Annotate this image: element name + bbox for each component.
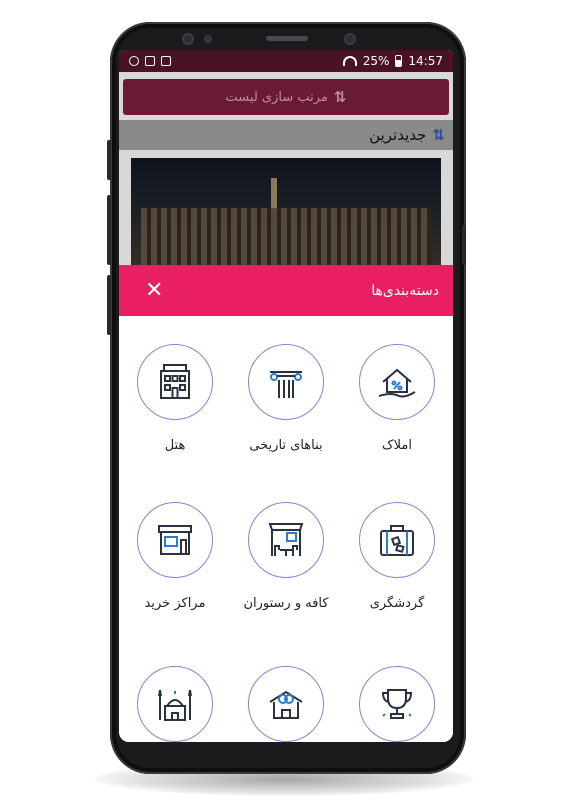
battery-icon: [395, 55, 403, 67]
category-circle: [248, 344, 324, 420]
category-item[interactable]: [125, 666, 225, 742]
category-historic-buildings[interactable]: بناهای تاریخی: [236, 344, 336, 453]
category-circle: [137, 344, 213, 420]
shop-icon: [158, 525, 192, 555]
hotel-icon: [160, 364, 190, 399]
phone-side-button: [107, 275, 111, 335]
close-icon[interactable]: ✕: [145, 279, 163, 302]
house-icon: [378, 368, 416, 398]
category-label: هتل: [164, 438, 186, 453]
category-label: مراکز خرید: [144, 596, 206, 611]
category-label: املاک: [382, 438, 412, 453]
categories-sheet-header: ✕ دسته‌بندی‌ها: [119, 265, 453, 316]
sort-heading[interactable]: جدیدترین ⇅: [119, 120, 453, 150]
status-bar: 25% 14:57: [119, 50, 453, 72]
category-item[interactable]: [236, 666, 336, 742]
category-circle: [359, 344, 435, 420]
hero-image-detail: [271, 178, 277, 210]
category-real-estate[interactable]: املاک: [347, 344, 447, 453]
category-cafe-restaurant[interactable]: کافه و رستوران: [236, 502, 336, 611]
category-hotel[interactable]: هتل: [125, 344, 225, 453]
hero-image-detail: [141, 208, 431, 268]
category-label: بناهای تاریخی: [249, 438, 323, 453]
rings-icon: [269, 690, 303, 719]
phone-side-button: [107, 140, 111, 180]
phone-sensor: [344, 33, 356, 45]
category-shopping-centers[interactable]: مراکز خرید: [125, 502, 225, 611]
mosque-icon: [158, 689, 192, 721]
sort-list-label: مرتب سازی لیست: [225, 89, 328, 105]
category-item[interactable]: [347, 666, 447, 742]
category-tourism[interactable]: گردشگری: [347, 502, 447, 611]
notification-icon: [145, 56, 155, 66]
phone-side-button: [107, 195, 111, 265]
suitcase-icon: [380, 525, 414, 556]
phone-side-button: [462, 225, 466, 265]
categories-grid: املاک بناهای تاریخی هتل گردشگری کافه و ر…: [119, 316, 453, 742]
status-notifications: [129, 56, 171, 66]
battery-percent: 25%: [362, 54, 390, 68]
listing-image[interactable]: [131, 158, 441, 278]
wifi-icon: [342, 56, 357, 66]
sheet-title: دسته‌بندی‌ها: [371, 282, 439, 299]
category-circle: [248, 502, 324, 578]
status-system: 25% 14:57: [342, 54, 443, 68]
sort-icon: ⇅: [333, 88, 347, 106]
category-circle: [248, 666, 324, 742]
account-icon: [129, 56, 139, 66]
sort-heading-label: جدیدترین: [369, 126, 427, 144]
category-circle: [359, 666, 435, 742]
cafe-icon: [268, 523, 304, 556]
front-camera: [182, 33, 194, 45]
phone-speaker: [266, 36, 308, 41]
sort-list-button[interactable]: ⇅ مرتب سازی لیست: [123, 79, 449, 115]
clock: 14:57: [408, 54, 443, 68]
notification-icon: [161, 56, 171, 66]
phone-sensor: [204, 35, 212, 43]
category-circle: [137, 502, 213, 578]
category-label: کافه و رستوران: [243, 596, 329, 611]
category-label: گردشگری: [369, 596, 425, 611]
category-circle: [137, 666, 213, 742]
app-screen: 25% 14:57 ⇅ مرتب سازی لیست جدیدترین ⇅ ✕ …: [119, 50, 453, 742]
column-icon: [270, 371, 302, 398]
category-circle: [359, 502, 435, 578]
sort-icon: ⇅: [432, 126, 445, 144]
trophy-icon: [381, 689, 413, 719]
